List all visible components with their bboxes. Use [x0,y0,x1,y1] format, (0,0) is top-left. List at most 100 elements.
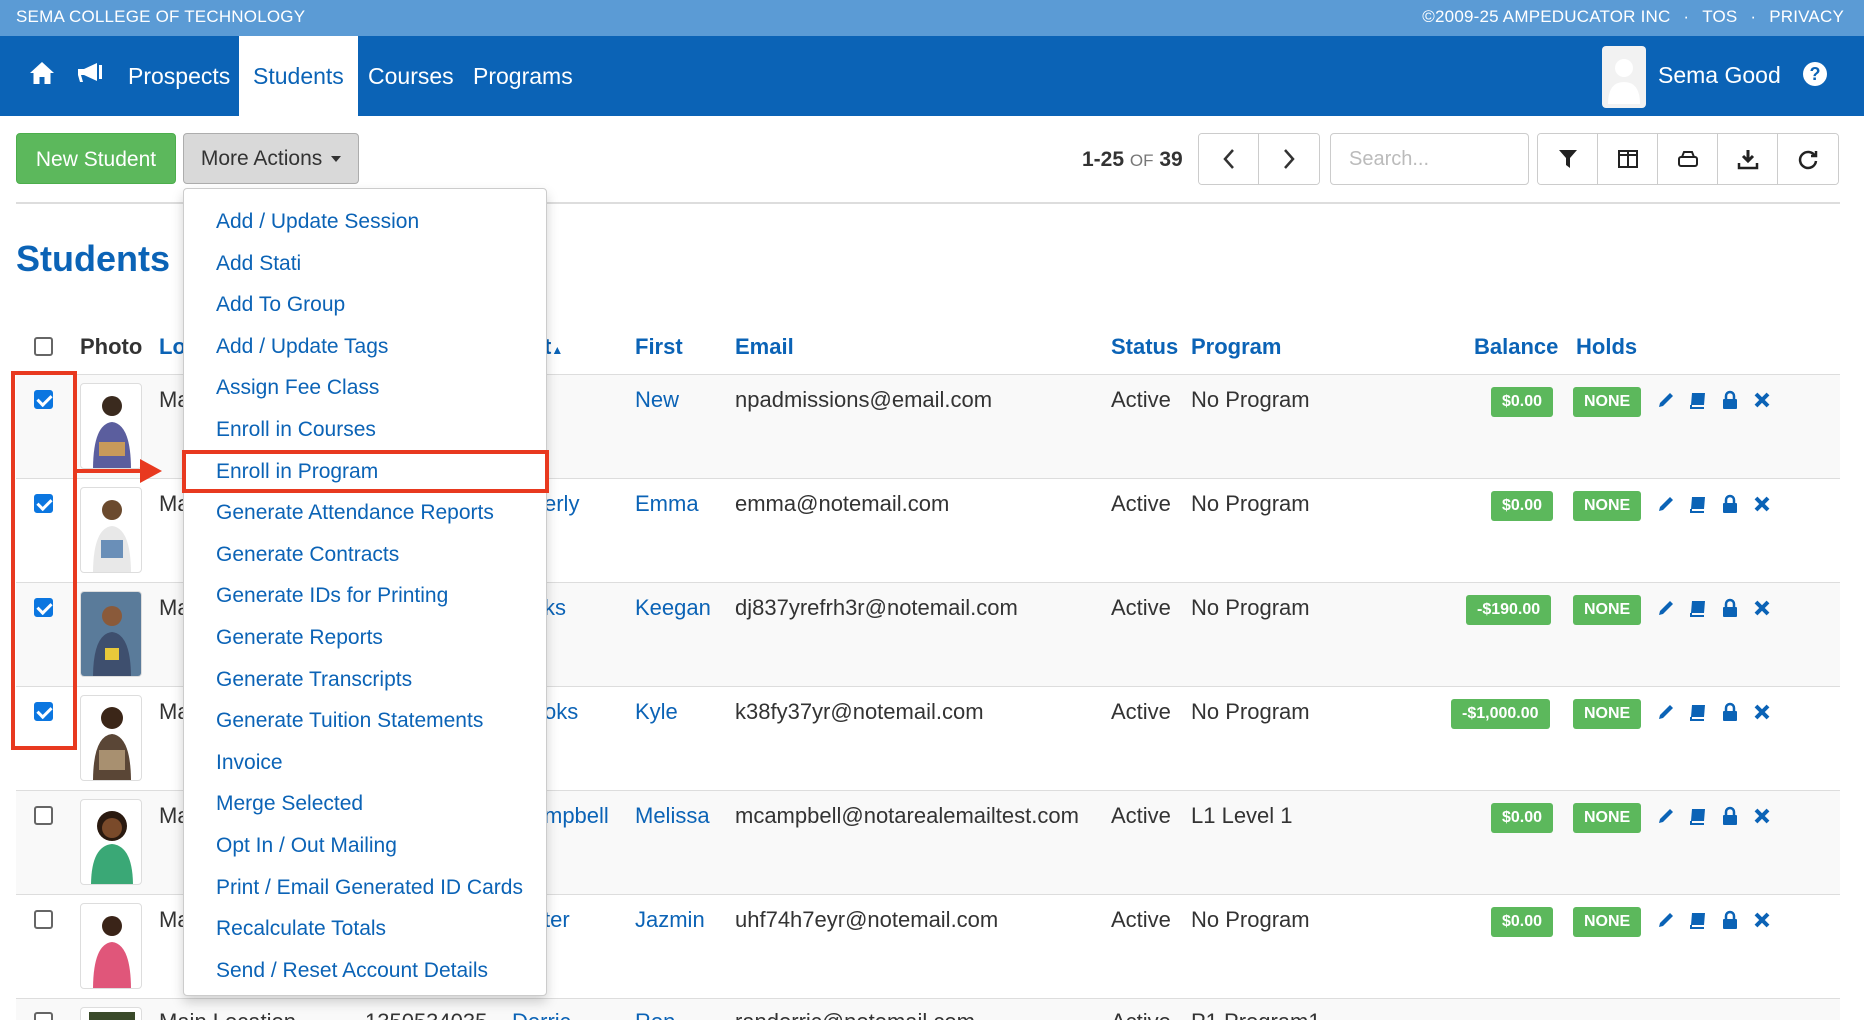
book-icon[interactable] [1687,805,1709,827]
row-checkbox[interactable] [34,1012,53,1020]
menu-item-invoice[interactable]: Invoice [184,742,546,784]
student-photo [80,799,142,885]
lock-icon[interactable] [1719,805,1741,827]
filter-button[interactable] [1538,134,1598,184]
privacy-link[interactable]: PRIVACY [1769,7,1844,26]
help-icon[interactable]: ? [1803,62,1827,86]
user-avatar[interactable] [1602,46,1646,108]
menu-item-print-email-id-cards[interactable]: Print / Email Generated ID Cards [184,867,546,909]
delete-icon[interactable] [1751,805,1773,827]
edit-icon[interactable] [1655,909,1677,931]
last-name-cell[interactable]: ks [544,595,566,621]
print-button[interactable] [1658,134,1718,184]
menu-item-generate-contracts[interactable]: Generate Contracts [184,534,546,576]
menu-item-opt-in-out-mailing[interactable]: Opt In / Out Mailing [184,825,546,867]
first-name-cell[interactable]: Emma [635,491,699,517]
first-name-cell[interactable]: Ron [635,1009,675,1020]
column-header-balance[interactable]: Balance [1474,334,1558,360]
last-name-cell[interactable]: mpbell [544,803,609,829]
status-cell: Active [1111,1009,1171,1020]
lock-icon[interactable] [1719,701,1741,723]
prev-page-button[interactable] [1199,134,1259,184]
nav-courses[interactable]: Courses [354,36,468,116]
column-header-photo: Photo [80,334,143,359]
home-icon[interactable] [28,60,56,91]
lock-icon[interactable] [1719,597,1741,619]
column-header-location[interactable]: Lo [159,334,186,360]
column-header-first[interactable]: First [635,334,683,360]
refresh-button[interactable] [1778,134,1838,184]
menu-item-merge-selected[interactable]: Merge Selected [184,783,546,825]
book-icon[interactable] [1687,389,1709,411]
nav-programs[interactable]: Programs [459,36,587,116]
first-name-cell[interactable]: Kyle [635,699,678,725]
menu-item-generate-reports[interactable]: Generate Reports [184,617,546,659]
bullhorn-icon[interactable] [75,60,105,91]
nav-students[interactable]: Students [239,36,358,116]
caret-down-icon [331,156,342,163]
last-name-cell[interactable]: ter [544,907,570,933]
menu-item-add-update-tags[interactable]: Add / Update Tags [184,326,546,368]
more-actions-button[interactable]: More Actions [183,133,359,184]
first-name-cell[interactable]: Keegan [635,595,711,621]
lock-icon[interactable] [1719,389,1741,411]
first-name-cell[interactable]: New [635,387,679,413]
delete-icon[interactable] [1751,701,1773,723]
last-name-cell[interactable]: Derric [512,1009,571,1020]
book-icon[interactable] [1687,701,1709,723]
delete-icon[interactable] [1751,597,1773,619]
row-checkbox[interactable] [34,910,53,929]
tos-link[interactable]: TOS [1702,7,1737,26]
column-header-status[interactable]: Status [1111,334,1178,360]
student-photo [80,1007,142,1020]
menu-item-enroll-in-courses[interactable]: Enroll in Courses [184,409,546,451]
book-icon[interactable] [1687,909,1709,931]
menu-item-generate-ids-for-printing[interactable]: Generate IDs for Printing [184,575,546,617]
last-name-cell[interactable]: erly [544,491,579,517]
new-student-button[interactable]: New Student [16,133,176,184]
menu-item-add-stati[interactable]: Add Stati [184,243,546,285]
menu-item-generate-transcripts[interactable]: Generate Transcripts [184,659,546,701]
column-header-email[interactable]: Email [735,334,794,360]
table-tools [1537,133,1839,185]
delete-icon[interactable] [1751,389,1773,411]
pager-info: 1-25 OF 39 [1082,148,1183,172]
edit-icon[interactable] [1655,701,1677,723]
delete-icon[interactable] [1751,909,1773,931]
menu-item-assign-fee-class[interactable]: Assign Fee Class [184,367,546,409]
book-icon[interactable] [1687,597,1709,619]
lock-icon[interactable] [1719,493,1741,515]
program-cell: P1 Program1 [1191,1009,1321,1020]
next-page-button[interactable] [1259,134,1319,184]
menu-item-generate-attendance-reports[interactable]: Generate Attendance Reports [184,492,546,534]
edit-icon[interactable] [1655,389,1677,411]
pager-buttons [1198,133,1320,185]
book-icon[interactable] [1687,493,1709,515]
download-button[interactable] [1718,134,1778,184]
row-checkbox[interactable] [34,806,53,825]
search-input[interactable] [1330,133,1529,185]
lock-icon[interactable] [1719,909,1741,931]
column-header-program[interactable]: Program [1191,334,1281,360]
program-cell: No Program [1191,595,1310,620]
row-actions [1655,909,1773,931]
menu-item-generate-tuition-statements[interactable]: Generate Tuition Statements [184,700,546,742]
edit-icon[interactable] [1655,597,1677,619]
columns-button[interactable] [1598,134,1658,184]
edit-icon[interactable] [1655,805,1677,827]
first-name-cell[interactable]: Melissa [635,803,710,829]
menu-item-add-to-group[interactable]: Add To Group [184,284,546,326]
menu-item-add-update-session[interactable]: Add / Update Session [184,201,546,243]
nav-prospects[interactable]: Prospects [114,36,244,116]
select-all-checkbox[interactable] [34,337,53,356]
legal-links: ©2009-25 AMPEDUCATOR INC · TOS · PRIVACY [1414,7,1844,27]
menu-item-recalculate-totals[interactable]: Recalculate Totals [184,908,546,950]
menu-item-send-reset-account-details[interactable]: Send / Reset Account Details [184,950,546,992]
column-header-holds[interactable]: Holds [1576,334,1637,360]
last-name-cell[interactable]: oks [544,699,578,725]
user-name[interactable]: Sema Good [1658,62,1781,89]
status-cell: Active [1111,907,1171,932]
edit-icon[interactable] [1655,493,1677,515]
delete-icon[interactable] [1751,493,1773,515]
first-name-cell[interactable]: Jazmin [635,907,705,933]
